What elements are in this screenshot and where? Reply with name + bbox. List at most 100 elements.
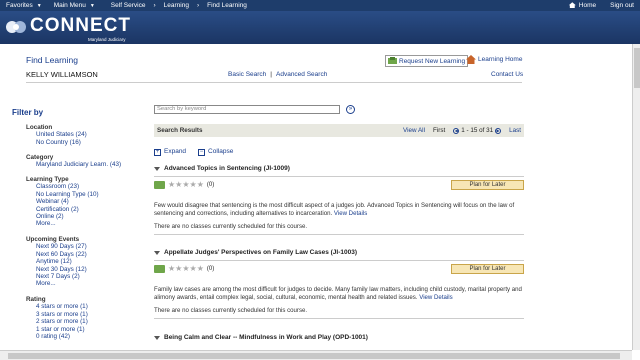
course-divider	[154, 176, 524, 177]
request-new-learning-link[interactable]: Request New Learning	[385, 55, 469, 67]
expand-collapse-controls: + Expand − Collapse	[154, 148, 233, 156]
header-divider	[26, 82, 522, 83]
course-title: Advanced Topics in Sentencing (JI-1009)	[164, 165, 290, 172]
facet-location: Location United States (24) No Country (…	[26, 124, 87, 146]
brand-banner: CONNECT Maryland Judiciary	[0, 11, 640, 44]
facet-heading: Location	[26, 124, 53, 131]
results-label: Search Results	[157, 127, 203, 134]
facet-more-link[interactable]: More...	[26, 220, 99, 227]
search-go-button[interactable]: »	[346, 105, 355, 114]
scroll-thumb[interactable]	[8, 353, 620, 359]
facet-item[interactable]: No Country (16)	[26, 139, 87, 146]
plan-for-later-button[interactable]: Plan for Later	[451, 180, 524, 190]
facet-heading: Upcoming Events	[26, 236, 80, 243]
course-title: Being Calm and Clear -- Mindfulness in W…	[164, 334, 368, 341]
advanced-search-link[interactable]: Advanced Search	[276, 71, 327, 78]
star-icon: ★★★★★	[168, 264, 204, 273]
view-all-link[interactable]: View All	[403, 127, 425, 134]
facet-more-link[interactable]: More...	[26, 280, 87, 287]
home-link[interactable]: Home	[568, 2, 597, 9]
first-link[interactable]: First	[433, 127, 445, 134]
course-divider	[154, 234, 524, 236]
course-title-row[interactable]: Being Calm and Clear -- Mindfulness in W…	[154, 334, 524, 341]
facet-item[interactable]: Maryland Judiciary Learn. (43)	[26, 161, 121, 168]
plan-for-later-button[interactable]: Plan for Later	[451, 264, 524, 274]
sign-out-link[interactable]: Sign out	[610, 2, 634, 9]
request-new-label: Request New Learning	[399, 57, 466, 65]
rating-count: (0)	[206, 182, 215, 188]
course-rating-row: ★★★★★ (0) Plan for Later	[154, 264, 524, 274]
facet-item[interactable]: Online (2)	[26, 213, 99, 220]
facet-item[interactable]: No Learning Type (10)	[26, 191, 99, 198]
breadcrumb: Self Service › Learning › Find Learning	[111, 2, 247, 9]
course-title-row[interactable]: Advanced Topics in Sentencing (JI-1009)	[154, 165, 524, 172]
view-details-link[interactable]: View Details	[419, 294, 452, 301]
course-title-row[interactable]: Appellate Judges' Perspectives on Family…	[154, 249, 524, 256]
user-name: KELLY WILLIAMSON	[26, 70, 98, 79]
facet-item[interactable]: 2 stars or more (1)	[26, 318, 88, 325]
no-classes-text: There are no classes currently scheduled…	[154, 307, 308, 315]
facet-item[interactable]: Classroom (23)	[26, 183, 99, 190]
facet-item[interactable]: 4 stars or more (1)	[26, 303, 88, 310]
facet-item[interactable]: Webinar (4)	[26, 198, 99, 205]
previous-page-icon[interactable]: ◀	[453, 127, 460, 134]
search-mode-links: Basic Search | Advanced Search	[228, 71, 327, 78]
learning-home-link[interactable]: Learning Home	[466, 55, 522, 64]
breadcrumb-learning[interactable]: Learning	[164, 2, 189, 9]
facet-item[interactable]: Anytime (12)	[26, 258, 87, 265]
chevron-down-icon: ▼	[89, 2, 95, 9]
collapse-arrow-icon[interactable]	[154, 166, 160, 171]
rating-count: (0)	[206, 266, 215, 272]
no-classes-text: There are no classes currently scheduled…	[154, 223, 308, 231]
favorites-menu[interactable]: Favorites ▼	[0, 0, 48, 11]
contact-us-link[interactable]: Contact Us	[491, 71, 523, 78]
collapse-arrow-icon[interactable]	[154, 250, 160, 255]
collapse-arrow-icon[interactable]	[154, 335, 160, 340]
course-item: Being Calm and Clear -- Mindfulness in W…	[154, 334, 524, 341]
facet-item[interactable]: Next 30 Days (12)	[26, 266, 87, 273]
scroll-thumb[interactable]	[634, 48, 640, 88]
facet-item[interactable]: Certification (2)	[26, 206, 99, 213]
facet-item[interactable]: 1 star or more (1)	[26, 326, 88, 333]
facet-heading: Learning Type	[26, 176, 69, 183]
main-menu-label: Main Menu	[53, 2, 86, 9]
facet-item[interactable]: Next 90 Days (27)	[26, 243, 87, 250]
breadcrumb-separator-icon: ›	[196, 2, 200, 9]
connect-logo-icon	[6, 21, 26, 33]
facet-item[interactable]: Next 7 Days (2)	[26, 273, 87, 280]
course-description: Family law cases are among the most diff…	[154, 286, 524, 301]
facet-item[interactable]: Next 60 Days (22)	[26, 251, 87, 258]
course-item: Appellate Judges' Perspectives on Family…	[154, 249, 524, 320]
logo-text: CONNECT	[30, 15, 131, 36]
results-header-bar: Search Results View All First ◀ 1 - 15 o…	[154, 124, 524, 137]
results-pagination: View All First ◀ 1 - 15 of 31 ▶ Last	[403, 127, 521, 134]
horizontal-scrollbar[interactable]	[0, 350, 632, 360]
view-details-link[interactable]: View Details	[334, 210, 367, 217]
facet-heading: Category	[26, 154, 54, 161]
expand-all-button[interactable]: + Expand	[154, 148, 186, 156]
breadcrumb-find-learning[interactable]: Find Learning	[207, 2, 247, 9]
facet-learning-type: Learning Type Classroom (23) No Learning…	[26, 176, 99, 228]
facet-item[interactable]: United States (24)	[26, 131, 87, 138]
minus-icon: −	[198, 149, 206, 156]
basic-search-link[interactable]: Basic Search	[228, 71, 266, 78]
collapse-all-button[interactable]: − Collapse	[198, 148, 233, 156]
plus-icon: +	[154, 149, 161, 156]
chevron-down-icon: ▼	[36, 2, 42, 9]
next-page-icon[interactable]: ▶	[495, 127, 502, 134]
keyword-search-input[interactable]: Search by keyword	[154, 105, 340, 114]
last-link[interactable]: Last	[509, 127, 521, 134]
star-icon: ★★★★★	[168, 180, 204, 189]
vertical-scrollbar[interactable]	[632, 44, 640, 350]
top-nav-bar: Favorites ▼ Main Menu ▼ Self Service › Lea…	[0, 0, 640, 11]
facet-item[interactable]: 3 stars or more (1)	[26, 311, 88, 318]
link-separator: |	[270, 71, 272, 78]
pager: ◀ 1 - 15 of 31 ▶	[453, 127, 502, 134]
main-menu[interactable]: Main Menu ▼	[48, 0, 101, 11]
logo-subtitle: Maryland Judiciary	[88, 37, 126, 42]
breadcrumb-self-service[interactable]: Self Service	[111, 2, 146, 9]
home-icon	[568, 2, 576, 9]
facet-item[interactable]: 0 rating (42)	[26, 333, 88, 340]
home-label: Home	[578, 2, 597, 9]
expand-label: Expand	[164, 148, 187, 155]
